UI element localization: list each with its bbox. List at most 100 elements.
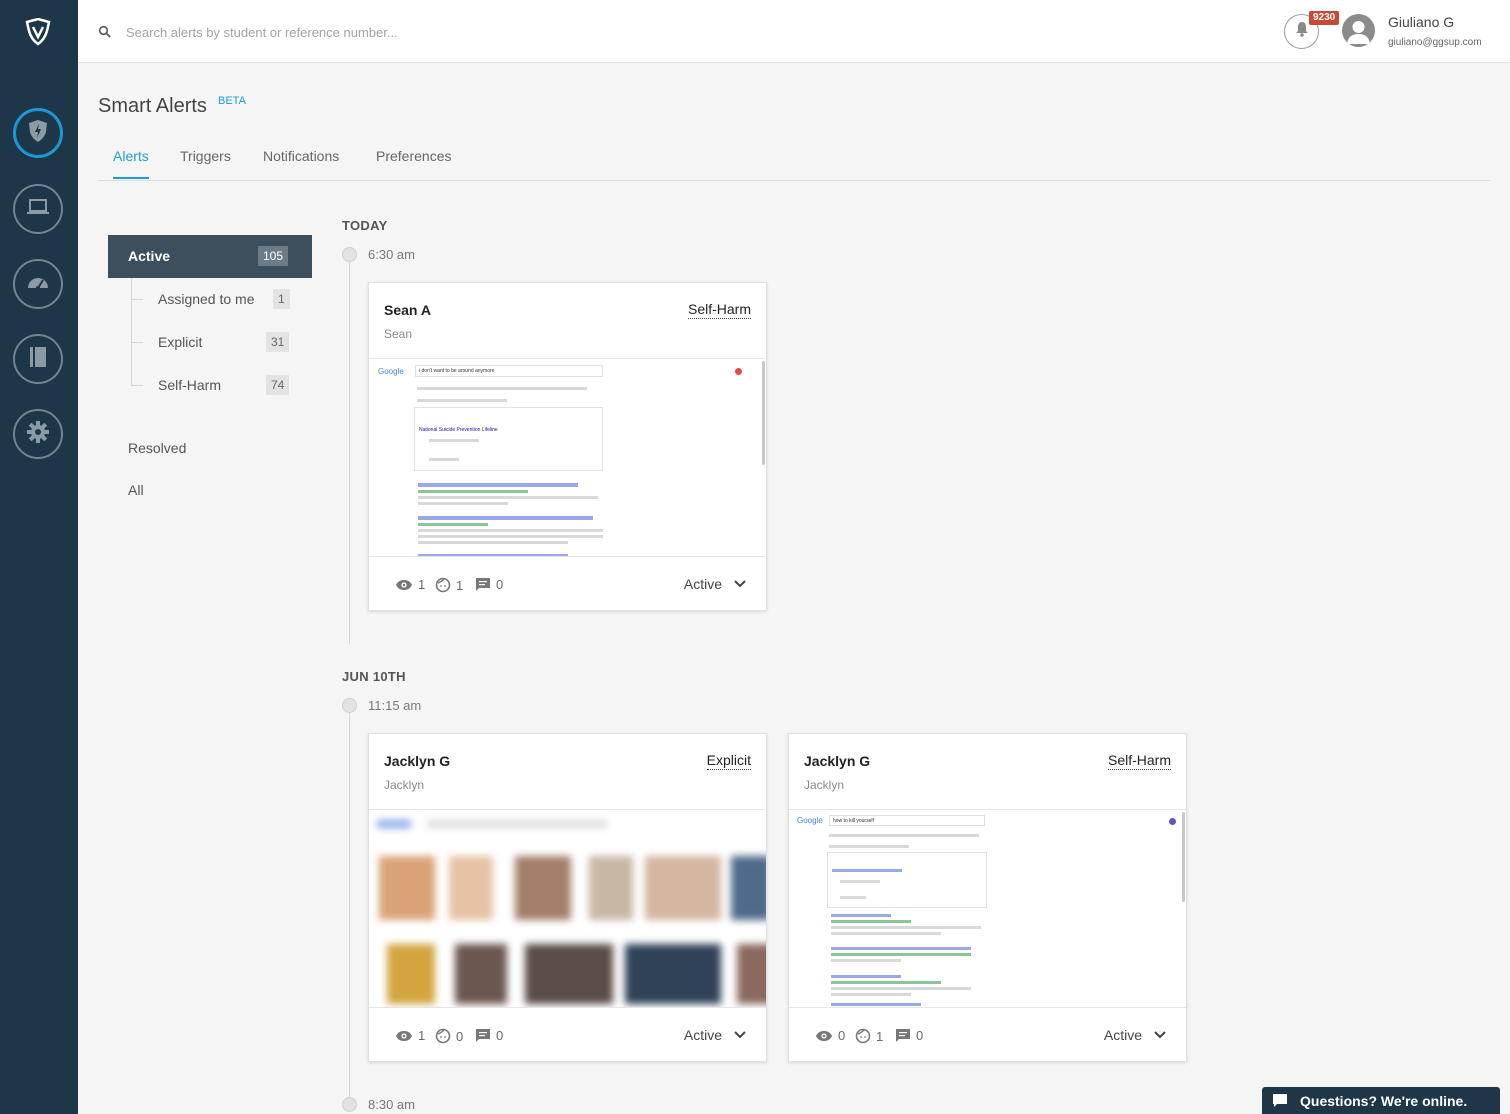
views-stat: 1 bbox=[395, 1028, 425, 1043]
speedometer-icon bbox=[26, 272, 50, 297]
alert-screenshot[interactable]: Google how to kill yourself bbox=[789, 809, 1186, 1008]
search-input[interactable] bbox=[126, 18, 646, 46]
eye-icon bbox=[396, 579, 412, 590]
people-count: 1 bbox=[456, 577, 464, 593]
sidebar-item-reports[interactable] bbox=[13, 334, 63, 384]
alert-card[interactable]: Sean A Sean Self-Harm Google i don't wan… bbox=[368, 282, 767, 611]
people-stat: 1 bbox=[855, 1028, 883, 1044]
chat-line bbox=[429, 458, 459, 461]
nav-bar bbox=[829, 834, 979, 837]
alert-category[interactable]: Self-Harm bbox=[1107, 752, 1171, 770]
phone-line bbox=[840, 880, 880, 883]
tab-triggers[interactable]: Triggers bbox=[180, 148, 231, 177]
comments-count: 0 bbox=[916, 1028, 924, 1043]
people-count: 1 bbox=[876, 1028, 884, 1044]
scrollbar[interactable] bbox=[762, 361, 765, 465]
avatar[interactable] bbox=[1342, 14, 1375, 47]
student-name[interactable]: Jacklyn G bbox=[804, 753, 870, 769]
top-bar: 9230 Giuliano G giuliano@ggsup.com bbox=[78, 0, 1510, 63]
filter-self-harm-count: 74 bbox=[266, 375, 290, 395]
scrollbar[interactable] bbox=[1182, 812, 1185, 902]
result-snippet bbox=[418, 502, 508, 505]
sidebar-item-settings[interactable] bbox=[13, 409, 63, 459]
live-chat-label: Questions? We're online. bbox=[1300, 1092, 1468, 1109]
blurred-logo bbox=[377, 820, 411, 828]
shield-logo-icon[interactable] bbox=[24, 17, 52, 46]
filter-explicit[interactable]: Explicit bbox=[158, 334, 202, 350]
alert-screenshot[interactable]: Google i don't want to be around anymore… bbox=[369, 358, 766, 557]
filter-explicit-count: 31 bbox=[266, 332, 290, 352]
result-title bbox=[418, 516, 593, 520]
comment-icon bbox=[896, 1029, 910, 1042]
tab-notifications[interactable]: Notifications bbox=[263, 148, 339, 177]
sidebar-item-dashboard[interactable] bbox=[13, 259, 63, 309]
alert-card[interactable]: Jacklyn G Jacklyn Self-Harm Google how t… bbox=[788, 733, 1187, 1062]
sidebar bbox=[0, 0, 78, 1114]
filter-assigned-to-me[interactable]: Assigned to me bbox=[158, 291, 255, 307]
app-root: 9230 Giuliano G giuliano@ggsup.com Smart… bbox=[0, 0, 1510, 1114]
face-icon bbox=[435, 1028, 451, 1044]
alert-card[interactable]: Jacklyn G Jacklyn Explicit 1 0 0 Active bbox=[368, 733, 767, 1062]
tab-preferences[interactable]: Preferences bbox=[376, 148, 451, 177]
student-name[interactable]: Jacklyn G bbox=[384, 753, 450, 769]
result-snippet bbox=[831, 987, 971, 990]
beta-badge: BETA bbox=[218, 95, 246, 107]
blurred-image bbox=[525, 944, 613, 1004]
blurred-image bbox=[589, 856, 633, 920]
comments-stat: 0 bbox=[475, 1028, 503, 1043]
people-stat: 0 bbox=[435, 1028, 463, 1044]
live-chat-button[interactable]: Questions? We're online. bbox=[1262, 1087, 1500, 1114]
status-dropdown[interactable]: Active bbox=[684, 576, 746, 592]
filter-tree-tick bbox=[131, 299, 143, 300]
tab-alerts[interactable]: Alerts bbox=[113, 148, 149, 179]
profile-dot bbox=[1169, 818, 1176, 825]
user-name[interactable]: Giuliano G bbox=[1388, 14, 1454, 30]
student-name[interactable]: Sean A bbox=[384, 302, 431, 318]
timeline-line bbox=[349, 713, 350, 1097]
timeline-dot bbox=[342, 247, 357, 262]
chevron-down-icon bbox=[1154, 1031, 1166, 1039]
day-label-today: TODAY bbox=[342, 218, 388, 233]
search-query-text: i don't want to be around anymore bbox=[415, 365, 603, 377]
face-icon bbox=[435, 577, 451, 593]
filter-active-label: Active bbox=[128, 248, 171, 264]
views-count: 0 bbox=[838, 1028, 846, 1043]
comments-stat: 0 bbox=[475, 577, 503, 592]
filter-tree-tick bbox=[131, 342, 143, 343]
stats-line bbox=[417, 399, 507, 402]
blurred-image bbox=[379, 856, 435, 920]
alert-screenshot-blurred[interactable] bbox=[369, 809, 766, 1008]
alert-category[interactable]: Explicit bbox=[706, 752, 751, 770]
views-stat: 0 bbox=[815, 1028, 845, 1043]
student-username: Jacklyn bbox=[384, 778, 425, 792]
blurred-image bbox=[515, 856, 571, 920]
eye-icon bbox=[396, 1030, 412, 1041]
result-title bbox=[418, 554, 568, 556]
lifeline-box bbox=[827, 852, 987, 908]
google-logo-text: Google bbox=[378, 367, 404, 376]
timeline-dot bbox=[342, 1097, 357, 1112]
result-title bbox=[831, 914, 891, 917]
sidebar-item-devices[interactable] bbox=[13, 184, 63, 234]
search-query-text: how to kill yourself bbox=[829, 815, 985, 826]
comments-count: 0 bbox=[496, 577, 504, 592]
face-icon bbox=[855, 1028, 871, 1044]
time-label: 6:30 am bbox=[368, 247, 415, 262]
filter-self-harm[interactable]: Self-Harm bbox=[158, 377, 221, 393]
filter-all[interactable]: All bbox=[128, 482, 144, 498]
sidebar-item-smart-alerts[interactable] bbox=[13, 108, 63, 158]
alert-category[interactable]: Self-Harm bbox=[687, 301, 751, 319]
lifeline-title bbox=[832, 869, 902, 872]
status-dropdown[interactable]: Active bbox=[1104, 1027, 1166, 1043]
result-snippet bbox=[418, 541, 568, 544]
search-icon bbox=[98, 25, 112, 39]
card-footer: 0 1 0 Active bbox=[789, 1009, 1186, 1061]
phone-line bbox=[429, 439, 479, 442]
filter-resolved[interactable]: Resolved bbox=[128, 440, 186, 456]
status-dropdown[interactable]: Active bbox=[684, 1027, 746, 1043]
timeline-dot bbox=[342, 698, 357, 713]
filter-assigned-count: 1 bbox=[273, 289, 290, 309]
blurred-image bbox=[737, 944, 766, 1004]
filter-tree-tick bbox=[131, 385, 143, 386]
chat-bubble-icon bbox=[1273, 1094, 1287, 1107]
